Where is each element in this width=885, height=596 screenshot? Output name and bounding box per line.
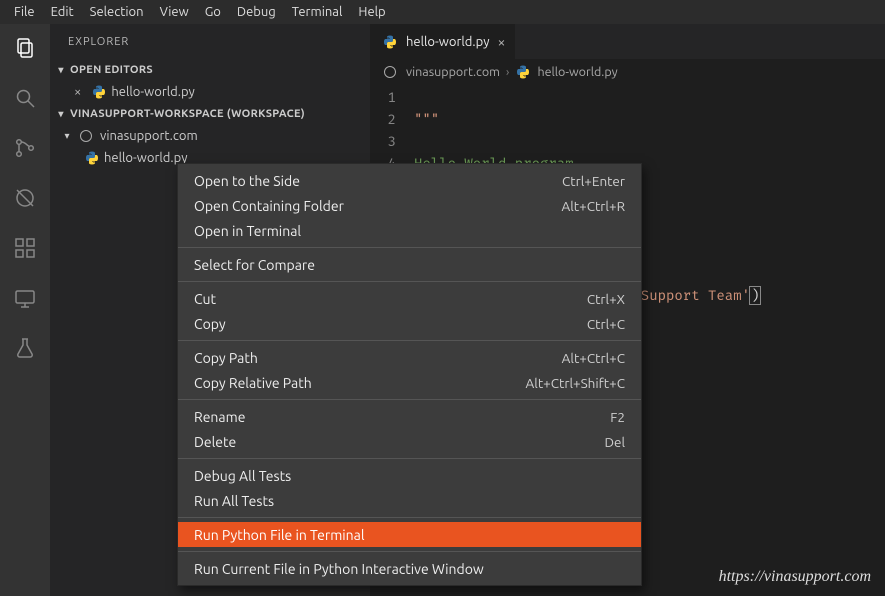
context-menu-item[interactable]: Open to the SideCtrl+Enter <box>178 168 641 193</box>
separator <box>178 247 641 248</box>
test-icon[interactable] <box>11 334 39 362</box>
context-menu-item[interactable]: Open in Terminal <box>178 218 641 243</box>
menu-view[interactable]: View <box>152 5 197 19</box>
folder-marker-icon <box>80 130 92 142</box>
python-file-icon <box>382 34 398 50</box>
close-icon[interactable]: × <box>74 85 81 99</box>
source-control-icon[interactable] <box>11 134 39 162</box>
python-file-icon <box>91 84 107 100</box>
chevron-right-icon: › <box>506 65 510 79</box>
separator <box>178 517 641 518</box>
context-menu-item[interactable]: Copy Relative PathAlt+Ctrl+Shift+C <box>178 370 641 395</box>
menu-go[interactable]: Go <box>197 5 229 19</box>
context-menu-item[interactable]: Run Python File in Terminal <box>178 522 641 547</box>
editor-tab[interactable]: hello-world.py × <box>370 24 516 59</box>
extensions-icon[interactable] <box>11 234 39 262</box>
breadcrumb-file: hello-world.py <box>537 65 617 79</box>
menu-file[interactable]: File <box>6 5 43 19</box>
workspace-header[interactable]: ▾ VINASUPPORT-WORKSPACE (WORKSPACE) <box>50 103 370 125</box>
file-name: hello-world.py <box>104 151 187 165</box>
chevron-down-icon: ▾ <box>54 64 68 76</box>
context-menu-item[interactable]: CutCtrl+X <box>178 286 641 311</box>
chevron-down-icon: ▾ <box>54 108 68 120</box>
python-file-icon <box>84 150 100 166</box>
context-menu-item[interactable]: Run Current File in Python Interactive W… <box>178 556 641 581</box>
context-menu-item[interactable]: Run All Tests <box>178 488 641 513</box>
close-icon[interactable]: × <box>497 34 505 50</box>
context-menu: Open to the SideCtrl+EnterOpen Containin… <box>177 163 642 586</box>
menu-terminal[interactable]: Terminal <box>284 5 351 19</box>
open-editors-header[interactable]: ▾ OPEN EDITORS <box>50 59 370 81</box>
explorer-title: EXPLORER <box>50 24 370 59</box>
separator <box>178 458 641 459</box>
files-icon[interactable] <box>11 34 39 62</box>
python-file-icon <box>515 64 531 80</box>
breadcrumb[interactable]: vinasupport.com › hello-world.py <box>370 59 885 85</box>
folder-row[interactable]: ▾ vinasupport.com <box>50 125 370 147</box>
separator <box>178 281 641 282</box>
folder-marker-icon <box>384 66 396 78</box>
menu-edit[interactable]: Edit <box>43 5 82 19</box>
open-editor-filename: hello-world.py <box>111 85 194 99</box>
context-menu-item[interactable]: Open Containing FolderAlt+Ctrl+R <box>178 193 641 218</box>
watermark: https://vinasupport.com <box>719 568 871 586</box>
open-editors-label: OPEN EDITORS <box>70 64 153 76</box>
breadcrumb-folder: vinasupport.com <box>406 65 500 79</box>
context-menu-item[interactable]: Debug All Tests <box>178 463 641 488</box>
tab-filename: hello-world.py <box>406 35 489 49</box>
context-menu-item[interactable]: RenameF2 <box>178 404 641 429</box>
chevron-down-icon: ▾ <box>60 130 74 142</box>
editor-tabbar: hello-world.py × <box>370 24 885 59</box>
context-menu-item[interactable]: DeleteDel <box>178 429 641 454</box>
menu-help[interactable]: Help <box>350 5 393 19</box>
context-menu-item[interactable]: Copy PathAlt+Ctrl+C <box>178 345 641 370</box>
search-icon[interactable] <box>11 84 39 112</box>
remote-icon[interactable] <box>11 284 39 312</box>
separator <box>178 340 641 341</box>
separator <box>178 551 641 552</box>
workspace-label: VINASUPPORT-WORKSPACE (WORKSPACE) <box>70 108 305 120</box>
debug-icon[interactable] <box>11 184 39 212</box>
activity-bar <box>0 24 50 596</box>
folder-name: vinasupport.com <box>100 129 198 143</box>
open-editor-item[interactable]: × hello-world.py <box>50 81 370 103</box>
context-menu-item[interactable]: Select for Compare <box>178 252 641 277</box>
menu-selection[interactable]: Selection <box>82 5 152 19</box>
separator <box>178 399 641 400</box>
context-menu-item[interactable]: CopyCtrl+C <box>178 311 641 336</box>
menu-debug[interactable]: Debug <box>229 5 284 19</box>
menubar: FileEditSelectionViewGoDebugTerminalHelp <box>0 0 885 24</box>
